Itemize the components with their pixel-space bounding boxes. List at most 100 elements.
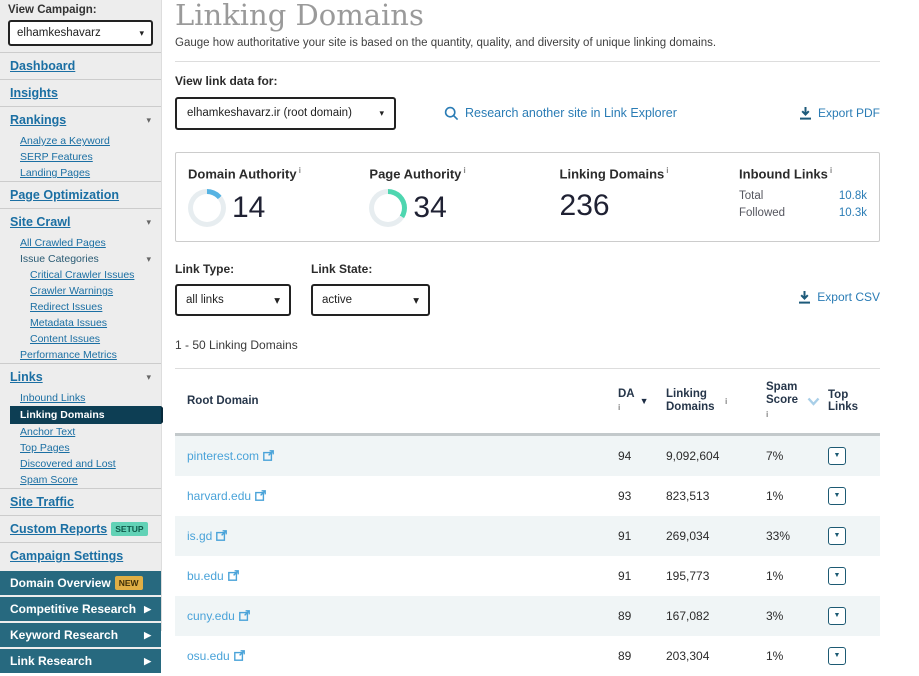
sort-icon[interactable] [807, 397, 820, 406]
info-icon[interactable]: i [766, 409, 768, 419]
export-pdf-button[interactable]: Export PDF [799, 106, 880, 120]
spam-score-value: 1% [766, 648, 784, 663]
research-another-site-link[interactable]: Research another site in Link Explorer [444, 106, 677, 121]
sidebar: View Campaign: elhamkeshavarz ▾ Dashboar… [0, 0, 171, 673]
sidebar-item-landing-pages[interactable]: Landing Pages [0, 165, 161, 181]
page-title: Linking Domains [175, 0, 424, 32]
spam-score-value: 3% [766, 608, 784, 623]
sidebar-item-competitive-research[interactable]: Competitive Research ▶ [0, 595, 161, 621]
domain-link[interactable]: osu.edu [187, 649, 245, 663]
sidebar-item-issue-categories[interactable]: Issue Categories [0, 251, 99, 267]
chevron-down-icon: ▼ [833, 572, 841, 580]
link-type-label: Link Type: [175, 262, 235, 277]
sidebar-item-link-research[interactable]: Link Research ▶ [0, 647, 161, 673]
campaign-select[interactable]: elhamkeshavarz ▾ [8, 20, 153, 46]
inbound-links-followed-row: Followed 10.3k [739, 205, 867, 222]
sidebar-item-dashboard[interactable]: Dashboard [0, 53, 161, 79]
top-links-expand-button[interactable]: ▼ [828, 486, 846, 505]
total-value-link[interactable]: 10.8k [839, 188, 867, 205]
chevron-down-icon[interactable]: ▾ [146, 115, 151, 126]
sidebar-item-campaign-settings[interactable]: Campaign Settings [0, 543, 161, 569]
competitive-research-label: Competitive Research [10, 602, 137, 616]
domain-link[interactable]: bu.edu [187, 569, 239, 583]
da-value: 93 [618, 488, 632, 503]
info-icon[interactable]: i [299, 165, 301, 175]
domain-link[interactable]: is.gd [187, 529, 228, 543]
sidebar-item-linking-domains-selected[interactable]: Linking Domains [10, 406, 171, 424]
info-icon[interactable]: i [725, 396, 727, 406]
sidebar-item-discovered-and-lost[interactable]: Discovered and Lost [0, 456, 161, 472]
spam-score-value: 1% [766, 488, 784, 503]
metrics-panel: Domain Authority i 14 Page Authority i 34 … [175, 151, 880, 243]
sidebar-item-inbound-links[interactable]: Inbound Links [0, 390, 161, 406]
column-header-linking-domains[interactable]: Linking Domains i [666, 369, 766, 436]
sidebar-item-insights[interactable]: Insights [0, 80, 161, 106]
info-icon[interactable]: i [830, 165, 832, 175]
table-row: is.gd 91 269,034 33% ▼ [175, 515, 880, 556]
linking-domains-value: 195,773 [666, 568, 710, 583]
sidebar-item-keyword-research[interactable]: Keyword Research ▶ [0, 621, 161, 647]
results-count: 1 - 50 Linking Domains [175, 338, 298, 353]
column-header-da[interactable]: DA i ▼ [618, 369, 666, 436]
sidebar-item-site-crawl[interactable]: Site Crawl [0, 209, 70, 235]
new-badge: NEW [114, 576, 143, 590]
domain-link[interactable]: cuny.edu [187, 609, 250, 623]
sidebar-item-anchor-text[interactable]: Anchor Text [0, 424, 161, 440]
research-another-site-label: Research another site in Link Explorer [465, 106, 677, 121]
chevron-down-icon: ▼ [833, 532, 841, 540]
domain-overview-label: Domain Overview [10, 576, 111, 590]
info-icon[interactable]: i [463, 165, 465, 175]
sidebar-item-rankings[interactable]: Rankings [0, 107, 66, 133]
sidebar-item-top-pages[interactable]: Top Pages [0, 440, 161, 456]
sidebar-item-links[interactable]: Links [0, 364, 43, 390]
followed-value-link[interactable]: 10.3k [839, 205, 867, 222]
sidebar-item-site-traffic[interactable]: Site Traffic [0, 489, 161, 515]
sort-desc-icon[interactable]: ▼ [640, 396, 649, 406]
sidebar-item-metadata-issues[interactable]: Metadata Issues [0, 315, 161, 331]
sidebar-item-redirect-issues[interactable]: Redirect Issues [0, 299, 161, 315]
link-state-select[interactable]: active ▾ [311, 284, 430, 317]
domain-authority-gauge [188, 189, 226, 228]
sidebar-item-performance-metrics[interactable]: Performance Metrics [0, 347, 161, 363]
total-label: Total [739, 190, 764, 203]
setup-badge: SETUP [111, 522, 148, 536]
search-icon [444, 106, 459, 121]
link-state-value: active [322, 294, 353, 307]
page-authority-value: 34 [413, 191, 447, 225]
chevron-down-icon: ▼ [833, 492, 841, 500]
sidebar-item-domain-overview[interactable]: Domain Overview NEW [0, 569, 161, 595]
top-links-expand-button[interactable]: ▼ [828, 606, 846, 625]
top-links-expand-button[interactable]: ▼ [828, 646, 846, 665]
top-links-expand-button[interactable]: ▼ [828, 446, 846, 465]
metric-page-authority: Page Authority i 34 [369, 165, 559, 228]
da-value: 91 [618, 528, 632, 543]
domain-link[interactable]: pinterest.com [187, 449, 274, 463]
chevron-down-icon[interactable]: ▾ [146, 217, 151, 228]
sidebar-item-crawler-warnings[interactable]: Crawler Warnings [0, 283, 161, 299]
domain-link[interactable]: harvard.edu [187, 489, 266, 503]
site-select[interactable]: elhamkeshavarz.ir (root domain) ▾ [175, 96, 396, 130]
sidebar-item-serp-features[interactable]: SERP Features [0, 149, 161, 165]
chevron-down-icon[interactable]: ▾ [146, 372, 151, 383]
top-links-expand-button[interactable]: ▼ [828, 566, 846, 585]
sidebar-item-custom-reports[interactable]: Custom Reports [0, 516, 107, 542]
sidebar-item-page-optimization[interactable]: Page Optimization [0, 182, 161, 208]
chevron-down-icon: ▼ [833, 612, 841, 620]
column-header-spam-score[interactable]: Spam Score i [766, 369, 828, 436]
linking-domains-value: 269,034 [666, 528, 710, 543]
info-icon[interactable]: i [618, 402, 620, 412]
da-value: 91 [618, 568, 632, 583]
export-csv-button[interactable]: Export CSV [798, 290, 880, 304]
info-icon[interactable]: i [666, 165, 668, 175]
sidebar-item-analyze-a-keyword[interactable]: Analyze a Keyword [0, 133, 161, 149]
sidebar-item-critical-crawler-issues[interactable]: Critical Crawler Issues [0, 267, 161, 283]
link-type-select[interactable]: all links ▾ [175, 284, 291, 317]
view-link-data-label: View link data for: [175, 73, 278, 88]
sidebar-item-spam-score[interactable]: Spam Score [0, 472, 161, 488]
sidebar-item-all-crawled-pages[interactable]: All Crawled Pages [0, 235, 161, 251]
top-links-expand-button[interactable]: ▼ [828, 526, 846, 545]
column-header-root-domain[interactable]: Root Domain [175, 369, 618, 436]
chevron-down-icon[interactable]: ▾ [146, 254, 151, 265]
spam-score-value: 7% [766, 448, 784, 463]
sidebar-item-content-issues[interactable]: Content Issues [0, 331, 161, 347]
